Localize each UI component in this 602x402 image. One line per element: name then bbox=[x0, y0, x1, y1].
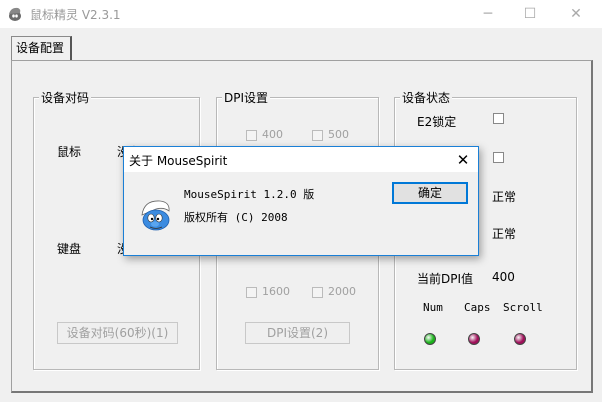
close-button[interactable]: ✕ bbox=[556, 0, 596, 28]
about-version-text: MouseSpirit 1.2.0 版 bbox=[184, 188, 315, 201]
dpi-set-button[interactable]: DPI设置(2) bbox=[245, 322, 350, 344]
pair-device-button[interactable]: 设备对码(60秒)(1) bbox=[57, 322, 178, 344]
dpi-2000-checkbox[interactable] bbox=[312, 287, 323, 298]
title-bar: 鼠标精灵 V2.3.1 ─ ☐ ✕ bbox=[0, 0, 602, 28]
maximize-button[interactable]: ☐ bbox=[510, 0, 550, 28]
dpi-1600-label: 1600 bbox=[262, 285, 290, 298]
smurf-icon bbox=[141, 200, 170, 231]
status-checkbox-2[interactable] bbox=[493, 152, 504, 163]
mouse-label: 鼠标 bbox=[57, 145, 82, 159]
about-dialog-close-icon[interactable]: ✕ bbox=[449, 147, 477, 172]
about-dialog-titlebar: 关于 MouseSpirit ✕ bbox=[124, 147, 478, 172]
e2-lock-checkbox[interactable] bbox=[493, 113, 504, 124]
caps-lock-led bbox=[468, 333, 480, 345]
tab-device-config[interactable]: 设备配置 bbox=[11, 36, 72, 60]
current-dpi-value: 400 bbox=[492, 270, 515, 284]
window-title: 鼠标精灵 V2.3.1 bbox=[30, 8, 121, 22]
scroll-lock-led bbox=[514, 333, 526, 345]
status-group-title: 设备状态 bbox=[400, 89, 453, 106]
e2-lock-label: E2锁定 bbox=[417, 115, 457, 129]
dpi-400-checkbox[interactable] bbox=[246, 130, 257, 141]
num-lock-led bbox=[424, 333, 436, 345]
dpi-500-checkbox[interactable] bbox=[312, 130, 323, 141]
num-lock-label: Num bbox=[423, 301, 443, 314]
dpi-500-label: 500 bbox=[328, 128, 349, 141]
smurf-app-icon bbox=[9, 7, 21, 21]
pairing-group-title: 设备对码 bbox=[39, 89, 92, 106]
status-value-2: 正常 bbox=[492, 227, 517, 241]
dpi-2000-label: 2000 bbox=[328, 285, 356, 298]
keyboard-label: 键盘 bbox=[57, 242, 82, 256]
ok-button[interactable]: 确定 bbox=[392, 182, 468, 204]
about-copyright-text: 版权所有 (C) 2008 bbox=[184, 211, 288, 224]
caps-lock-label: Caps bbox=[464, 301, 491, 314]
dpi-400-label: 400 bbox=[262, 128, 283, 141]
about-dialog: 关于 MouseSpirit ✕ MouseSpirit 1.2.0 版 版权所… bbox=[123, 146, 479, 256]
dpi-1600-checkbox[interactable] bbox=[246, 287, 257, 298]
minimize-button[interactable]: ─ bbox=[468, 0, 508, 28]
scroll-lock-label: Scroll bbox=[503, 301, 543, 314]
current-dpi-label: 当前DPI值 bbox=[417, 272, 474, 286]
about-dialog-title: 关于 MouseSpirit bbox=[129, 154, 228, 168]
dpi-group-title: DPI设置 bbox=[222, 89, 271, 106]
status-value-1: 正常 bbox=[492, 190, 517, 204]
